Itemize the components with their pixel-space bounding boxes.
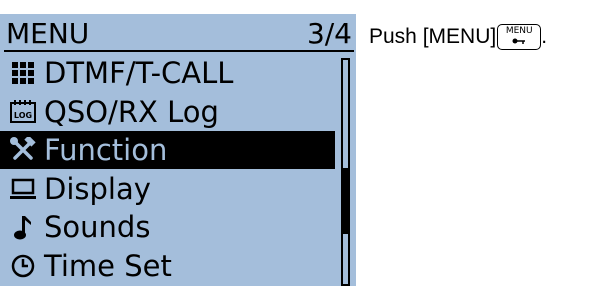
instruction-label: Push [MENU] bbox=[369, 25, 497, 48]
scrollbar-thumb[interactable] bbox=[343, 168, 348, 234]
menu-item-time-set[interactable]: Time Set bbox=[0, 247, 335, 285]
menu-item-display[interactable]: Display bbox=[0, 170, 335, 208]
tools-icon bbox=[8, 136, 38, 164]
menu-item-label: Function bbox=[44, 133, 168, 167]
instruction-text: Push [MENU] MENU . bbox=[369, 24, 547, 50]
menu-item-label: Sounds bbox=[44, 210, 151, 244]
menu-item-label: Display bbox=[44, 171, 151, 206]
svg-text:LOG: LOG bbox=[14, 111, 32, 120]
menu-item-qso-rx-log[interactable]: LOG QSO/RX Log bbox=[0, 93, 335, 131]
menu-item-label: DTMF/T-CALL bbox=[44, 56, 234, 90]
log-icon: LOG bbox=[8, 98, 38, 126]
display-icon bbox=[8, 175, 38, 203]
menu-title: MENU bbox=[6, 17, 90, 50]
menu-key-label: MENU bbox=[505, 26, 533, 36]
menu-item-label: QSO/RX Log bbox=[44, 94, 219, 129]
scrollbar[interactable] bbox=[341, 58, 350, 286]
menu-header: MENU 3/4 bbox=[4, 18, 354, 52]
menu-item-sounds[interactable]: Sounds bbox=[0, 208, 335, 246]
key-symbol-icon bbox=[498, 36, 540, 49]
keypad-grid-icon bbox=[8, 59, 38, 87]
menu-item-label: Time Set bbox=[44, 248, 172, 283]
menu-list: DTMF/T-CALL LOG QSO/RX Log Function Disp… bbox=[0, 54, 335, 285]
music-note-icon bbox=[8, 213, 38, 241]
menu-key-icon: MENU bbox=[497, 24, 542, 50]
menu-item-function[interactable]: Function bbox=[0, 131, 335, 169]
lcd-screen: MENU 3/4 DTMF/T-CALL LOG QSO/RX Log Func… bbox=[0, 14, 356, 286]
instruction-period: . bbox=[541, 25, 548, 48]
clock-icon bbox=[8, 252, 38, 280]
menu-item-dtmf-t-call[interactable]: DTMF/T-CALL bbox=[0, 54, 335, 92]
page-indicator: 3/4 bbox=[306, 17, 352, 50]
